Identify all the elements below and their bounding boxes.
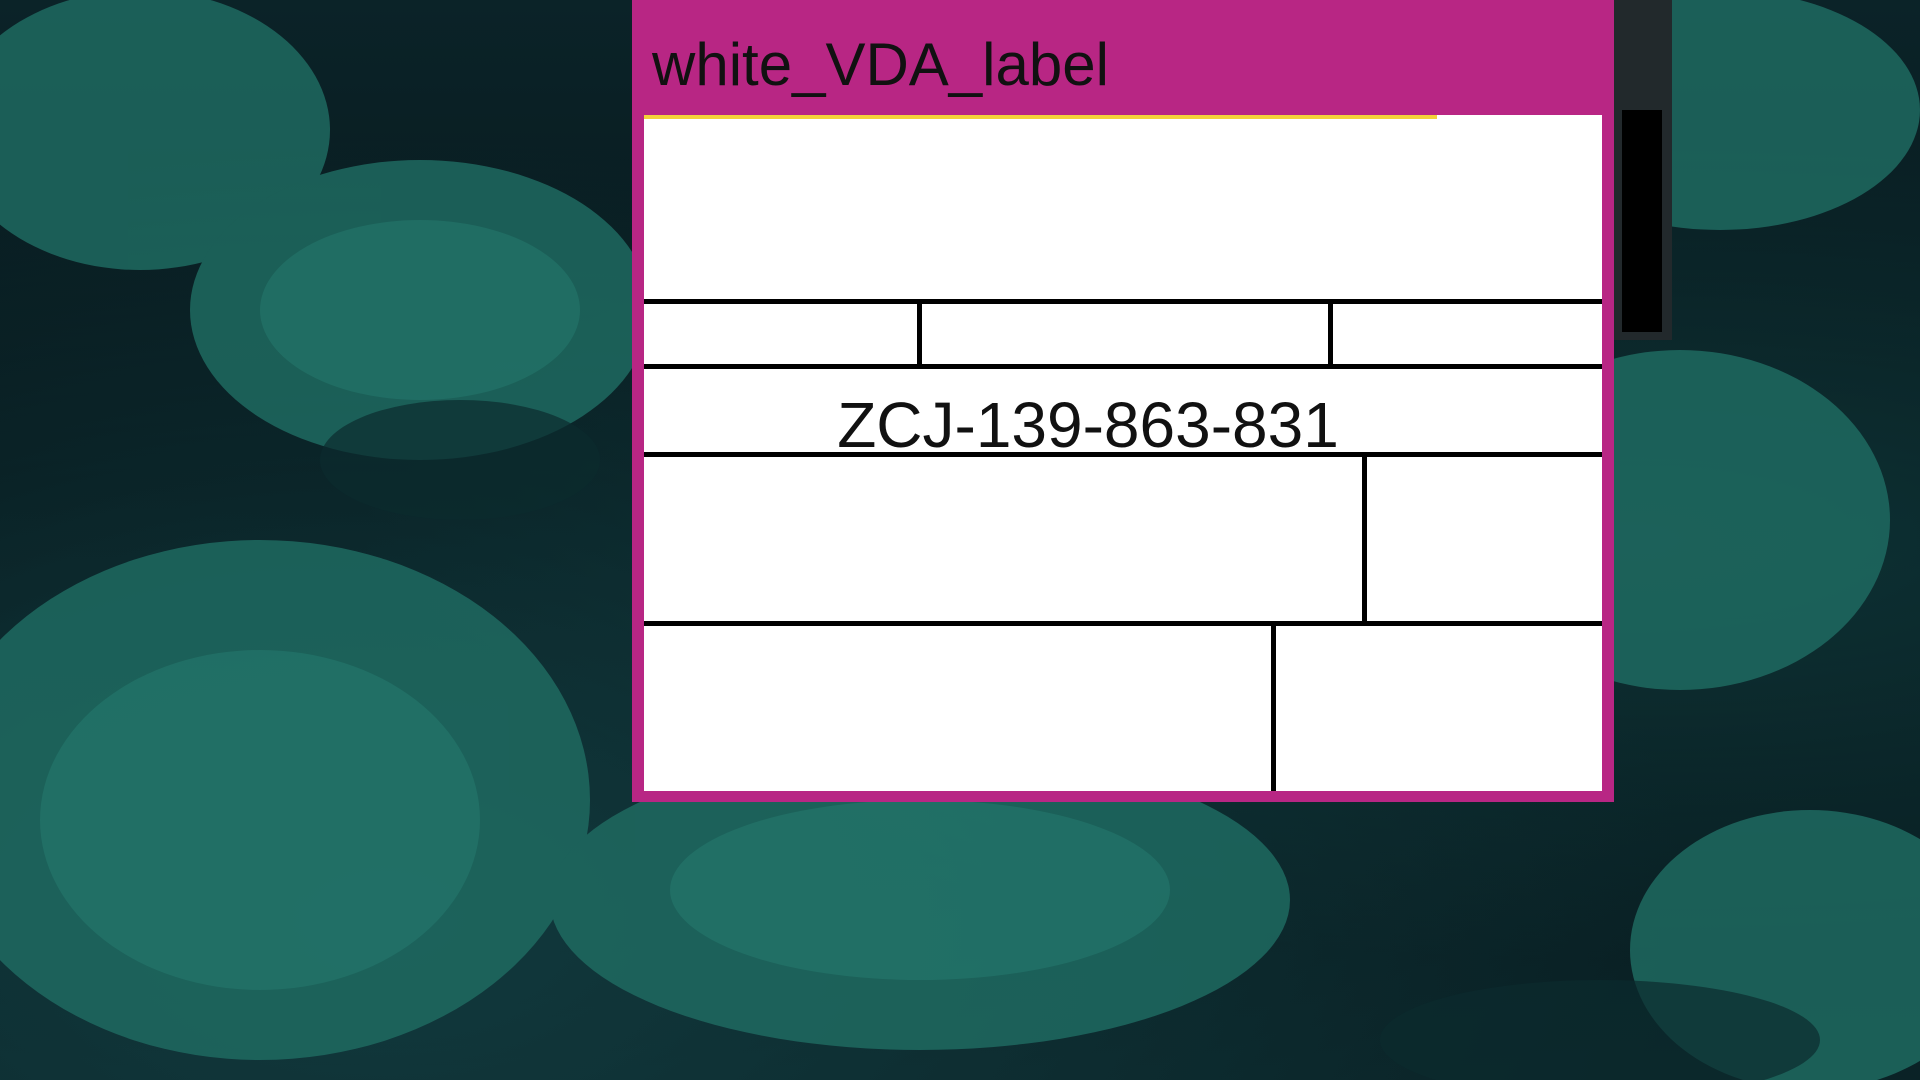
label-field-row1-right <box>1333 304 1602 364</box>
label-field-row3-left <box>644 457 1362 621</box>
label-field-row4-right <box>1276 626 1602 791</box>
label-window[interactable]: white_VDA_label ZCJ-139-863-831 <box>632 0 1614 802</box>
label-field-row1-left <box>644 304 917 364</box>
label-field-row3-right <box>1367 457 1602 621</box>
label-field-row1-middle <box>922 304 1328 364</box>
label-divider <box>644 364 1602 369</box>
background-window-panel <box>1622 110 1662 332</box>
window-title-bar[interactable]: white_VDA_label <box>632 0 1614 110</box>
vda-label-canvas: ZCJ-139-863-831 <box>644 115 1602 791</box>
label-field-row4-left <box>644 626 1271 791</box>
label-field-header <box>644 119 1602 299</box>
window-title: white_VDA_label <box>652 31 1109 98</box>
